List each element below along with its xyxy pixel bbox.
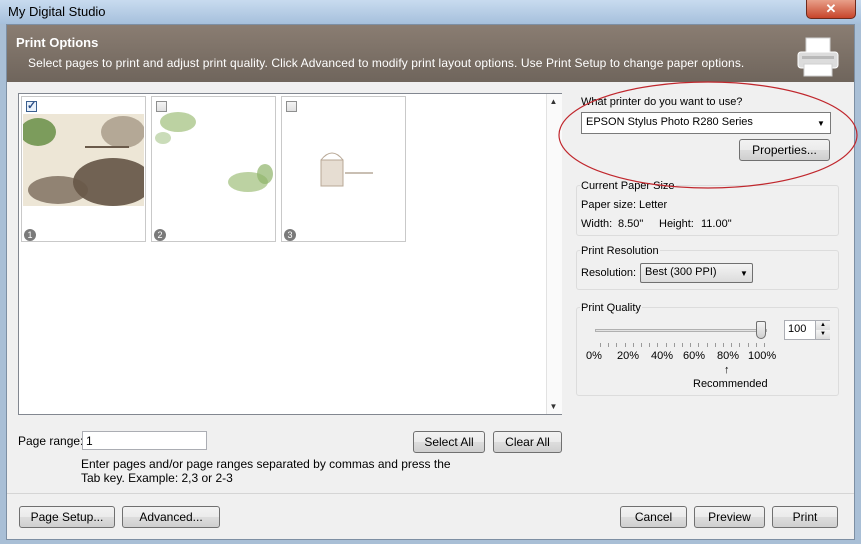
spin-down-icon[interactable]: ▼ bbox=[815, 330, 830, 339]
slider-tick bbox=[608, 343, 610, 347]
resolution-label: Resolution: bbox=[581, 267, 637, 279]
paper-height-value: 11.00" bbox=[701, 218, 732, 230]
page-number-badge: 2 bbox=[154, 229, 166, 241]
print-button[interactable]: Print bbox=[772, 506, 838, 528]
spin-up-icon[interactable]: ▲ bbox=[815, 321, 830, 330]
slider-tick bbox=[616, 343, 618, 347]
tick-label-60: 60% bbox=[683, 350, 706, 362]
clear-all-button[interactable]: Clear All bbox=[493, 431, 562, 453]
select-all-button[interactable]: Select All bbox=[413, 431, 485, 453]
quality-slider-thumb[interactable] bbox=[756, 321, 766, 339]
slider-tick bbox=[698, 343, 700, 347]
chevron-down-icon: ▼ bbox=[740, 269, 748, 278]
recommended-label: Recommended bbox=[693, 378, 768, 390]
slider-tick bbox=[632, 343, 634, 347]
resolution-dropdown-value: Best (300 PPI) bbox=[645, 266, 717, 278]
paper-size-value: Letter bbox=[639, 199, 668, 211]
recommended-arrow-icon: ↑ bbox=[724, 364, 730, 376]
resolution-group-title: Print Resolution bbox=[580, 245, 660, 257]
header-description: Select pages to print and adjust print q… bbox=[28, 56, 745, 70]
page-thumbnail-1[interactable]: ✓ 1 bbox=[21, 96, 146, 242]
slider-tick bbox=[641, 343, 642, 347]
title-bar[interactable] bbox=[0, 0, 861, 24]
page-range-hint-line-1: Enter pages and/or page ranges separated… bbox=[81, 457, 451, 471]
quality-value: 100 bbox=[788, 323, 807, 335]
page-1-checkbox[interactable]: ✓ bbox=[26, 101, 37, 112]
close-icon: ✕ bbox=[825, 1, 837, 16]
page-range-input[interactable] bbox=[82, 431, 207, 450]
page-number-badge: 3 bbox=[284, 229, 296, 241]
tick-label-0: 0% bbox=[586, 350, 602, 362]
page-3-checkbox[interactable] bbox=[286, 101, 297, 112]
paper-width-value: 8.50" bbox=[618, 218, 644, 230]
slider-tick bbox=[657, 343, 659, 347]
slider-tick bbox=[755, 343, 757, 347]
slider-tick bbox=[731, 343, 733, 347]
resolution-dropdown[interactable]: Best (300 PPI) ▼ bbox=[640, 263, 753, 283]
thumbnail-image-vintage-birds bbox=[23, 114, 144, 206]
slider-tick bbox=[600, 343, 601, 347]
slider-tick bbox=[714, 343, 716, 347]
slider-tick bbox=[747, 343, 749, 347]
advanced-button[interactable]: Advanced... bbox=[122, 506, 220, 528]
printer-icon bbox=[797, 37, 839, 77]
page-setup-button[interactable]: Page Setup... bbox=[19, 506, 115, 528]
page-range-label: Page range: bbox=[18, 434, 84, 448]
slider-tick bbox=[690, 343, 692, 347]
cancel-button[interactable]: Cancel bbox=[620, 506, 687, 528]
page-2-checkbox[interactable] bbox=[156, 101, 167, 112]
slider-tick bbox=[739, 343, 741, 347]
quality-slider-track[interactable] bbox=[595, 329, 767, 332]
slider-tick bbox=[764, 343, 765, 347]
slider-tick bbox=[723, 343, 724, 347]
slider-tick bbox=[682, 343, 683, 347]
paper-size-label: Paper size: bbox=[581, 199, 637, 211]
header-banner bbox=[7, 25, 854, 82]
paper-height-label: Height: bbox=[659, 218, 694, 230]
window-title: My Digital Studio bbox=[8, 4, 106, 19]
close-button[interactable]: ✕ bbox=[806, 0, 856, 19]
tick-label-100: 100% bbox=[748, 350, 777, 362]
tick-label-80: 80% bbox=[717, 350, 740, 362]
thumbnail-image-birdcage bbox=[320, 152, 373, 187]
annotation-ellipse bbox=[558, 81, 858, 189]
page-range-hint-line-2: Tab key. Example: 2,3 or 2-3 bbox=[81, 471, 233, 485]
tick-label-40: 40% bbox=[651, 350, 674, 362]
page-title: Print Options bbox=[16, 35, 99, 50]
preview-button[interactable]: Preview bbox=[694, 506, 765, 528]
paper-width-label: Width: bbox=[581, 218, 613, 230]
page-thumbnail-3[interactable]: 3 bbox=[281, 96, 406, 242]
slider-tick bbox=[665, 343, 667, 347]
page-thumbnail-2[interactable]: 2 bbox=[151, 96, 276, 242]
slider-tick bbox=[673, 343, 675, 347]
print-quality-group-title: Print Quality bbox=[580, 302, 642, 314]
tick-label-20: 20% bbox=[617, 350, 640, 362]
page-number-badge: 1 bbox=[24, 229, 36, 241]
scroll-down-arrow-icon[interactable]: ▼ bbox=[546, 399, 561, 414]
footer-divider bbox=[7, 493, 854, 494]
slider-tick bbox=[649, 343, 651, 347]
checkmark-icon: ✓ bbox=[27, 100, 37, 112]
thumbnail-image-leaves bbox=[155, 112, 273, 192]
slider-tick bbox=[706, 343, 708, 347]
slider-tick bbox=[624, 343, 626, 347]
